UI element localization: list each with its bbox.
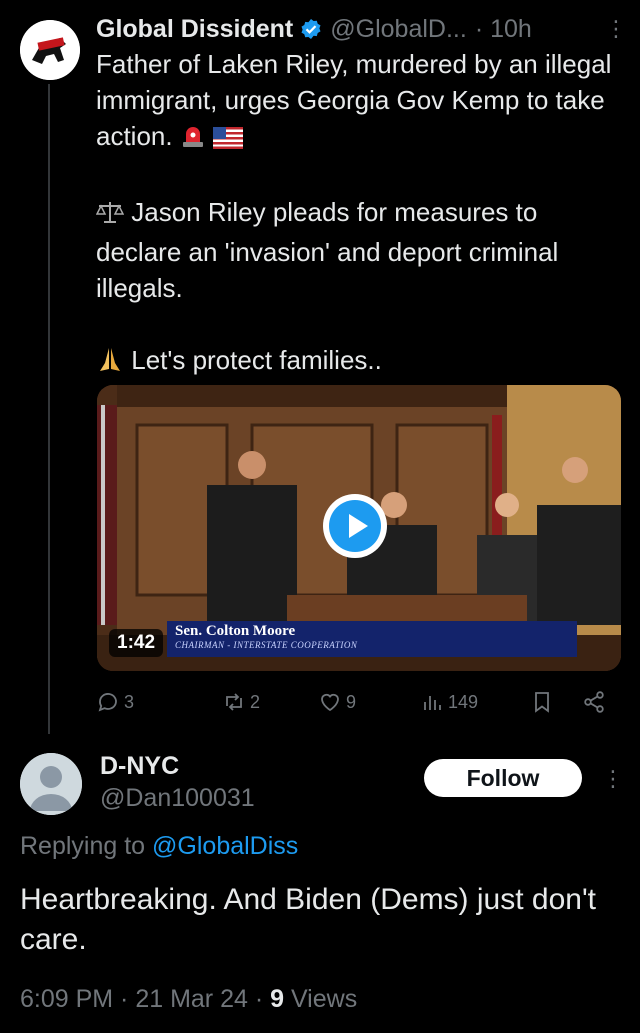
views-count: 149 — [448, 691, 479, 712]
siren-emoji-icon — [180, 122, 206, 158]
repost-icon — [226, 693, 242, 711]
caption-name: Sen. Colton Moore — [175, 623, 296, 639]
views-button[interactable]: 149 — [420, 690, 478, 714]
scales-emoji-icon — [95, 198, 125, 234]
tweet[interactable]: Global Dissident @GlobalD... · 10h ⋮ Fat… — [95, 12, 627, 382]
share-icon — [584, 691, 604, 713]
bookmark-icon — [535, 692, 549, 713]
author-avatar[interactable] — [20, 20, 80, 80]
tweet-actions: 3 2 9 149 — [96, 690, 611, 720]
like-count: 9 — [346, 691, 357, 712]
reply-icon — [98, 693, 117, 712]
caption-title: CHAIRMAN - INTERSTATE COOPERATION — [175, 640, 358, 650]
reply-timestamp[interactable]: 6:09 PM · 21 Mar 24 · — [20, 985, 270, 1013]
share-button[interactable] — [582, 690, 606, 714]
reply-author-avatar[interactable] — [20, 753, 82, 815]
tweet-time[interactable]: · 10h — [475, 15, 532, 44]
reply-text: Heartbreaking. And Biden (Dems) just don… — [20, 883, 597, 956]
reply-author-name[interactable]: D-NYC — [100, 752, 179, 781]
author-name[interactable]: Global Dissident — [96, 15, 293, 44]
replying-to: Replying to @GlobalDiss — [20, 832, 298, 861]
us-flag-emoji-icon — [213, 122, 244, 158]
reply-button[interactable]: 3 — [96, 690, 134, 714]
bookmark-button[interactable] — [530, 690, 554, 714]
repost-button[interactable]: 2 — [222, 690, 260, 714]
tweet-text: Father of Laken Riley, murdered by an il… — [95, 46, 626, 382]
more-options-icon[interactable]: ⋮ — [605, 16, 627, 42]
reply-views-count: 9 — [270, 985, 285, 1013]
views-chart-icon — [424, 696, 441, 710]
tweet-line-1: Father of Laken Riley, murdered by an il… — [96, 49, 612, 151]
tweet-header: Global Dissident @GlobalD... · 10h ⋮ — [96, 12, 627, 46]
author-handle[interactable]: @GlobalD... — [330, 15, 467, 44]
reply-author-handle[interactable]: @Dan100031 — [100, 784, 255, 813]
reply-more-options-icon[interactable]: ⋮ — [602, 766, 624, 792]
replying-mention-link[interactable]: @GlobalDiss — [152, 832, 298, 860]
video-duration: 1:42 — [109, 629, 164, 657]
tweet-line-3: Let's protect families.. — [131, 345, 382, 375]
like-button[interactable]: 9 — [318, 690, 356, 714]
verified-badge-icon — [300, 18, 322, 40]
play-button-icon[interactable] — [323, 494, 387, 558]
video-player[interactable]: Sen. Colton Moore CHAIRMAN - INTERSTATE … — [97, 385, 621, 671]
praying-hands-emoji-icon — [96, 345, 124, 382]
heart-icon — [321, 693, 339, 712]
reply-meta: 6:09 PM · 21 Mar 24 · 9 Views — [20, 985, 357, 1014]
follow-button[interactable]: Follow — [424, 759, 582, 797]
reply-count: 3 — [124, 691, 135, 712]
repost-count: 2 — [250, 691, 261, 712]
replying-prefix: Replying to — [20, 832, 153, 860]
tweet-line-2: Jason Riley pleads for measures to decla… — [96, 197, 559, 303]
reply-views-label: Views — [284, 985, 358, 1013]
video-caption: Sen. Colton Moore CHAIRMAN - INTERSTATE … — [167, 621, 577, 657]
thread-line — [48, 84, 50, 734]
